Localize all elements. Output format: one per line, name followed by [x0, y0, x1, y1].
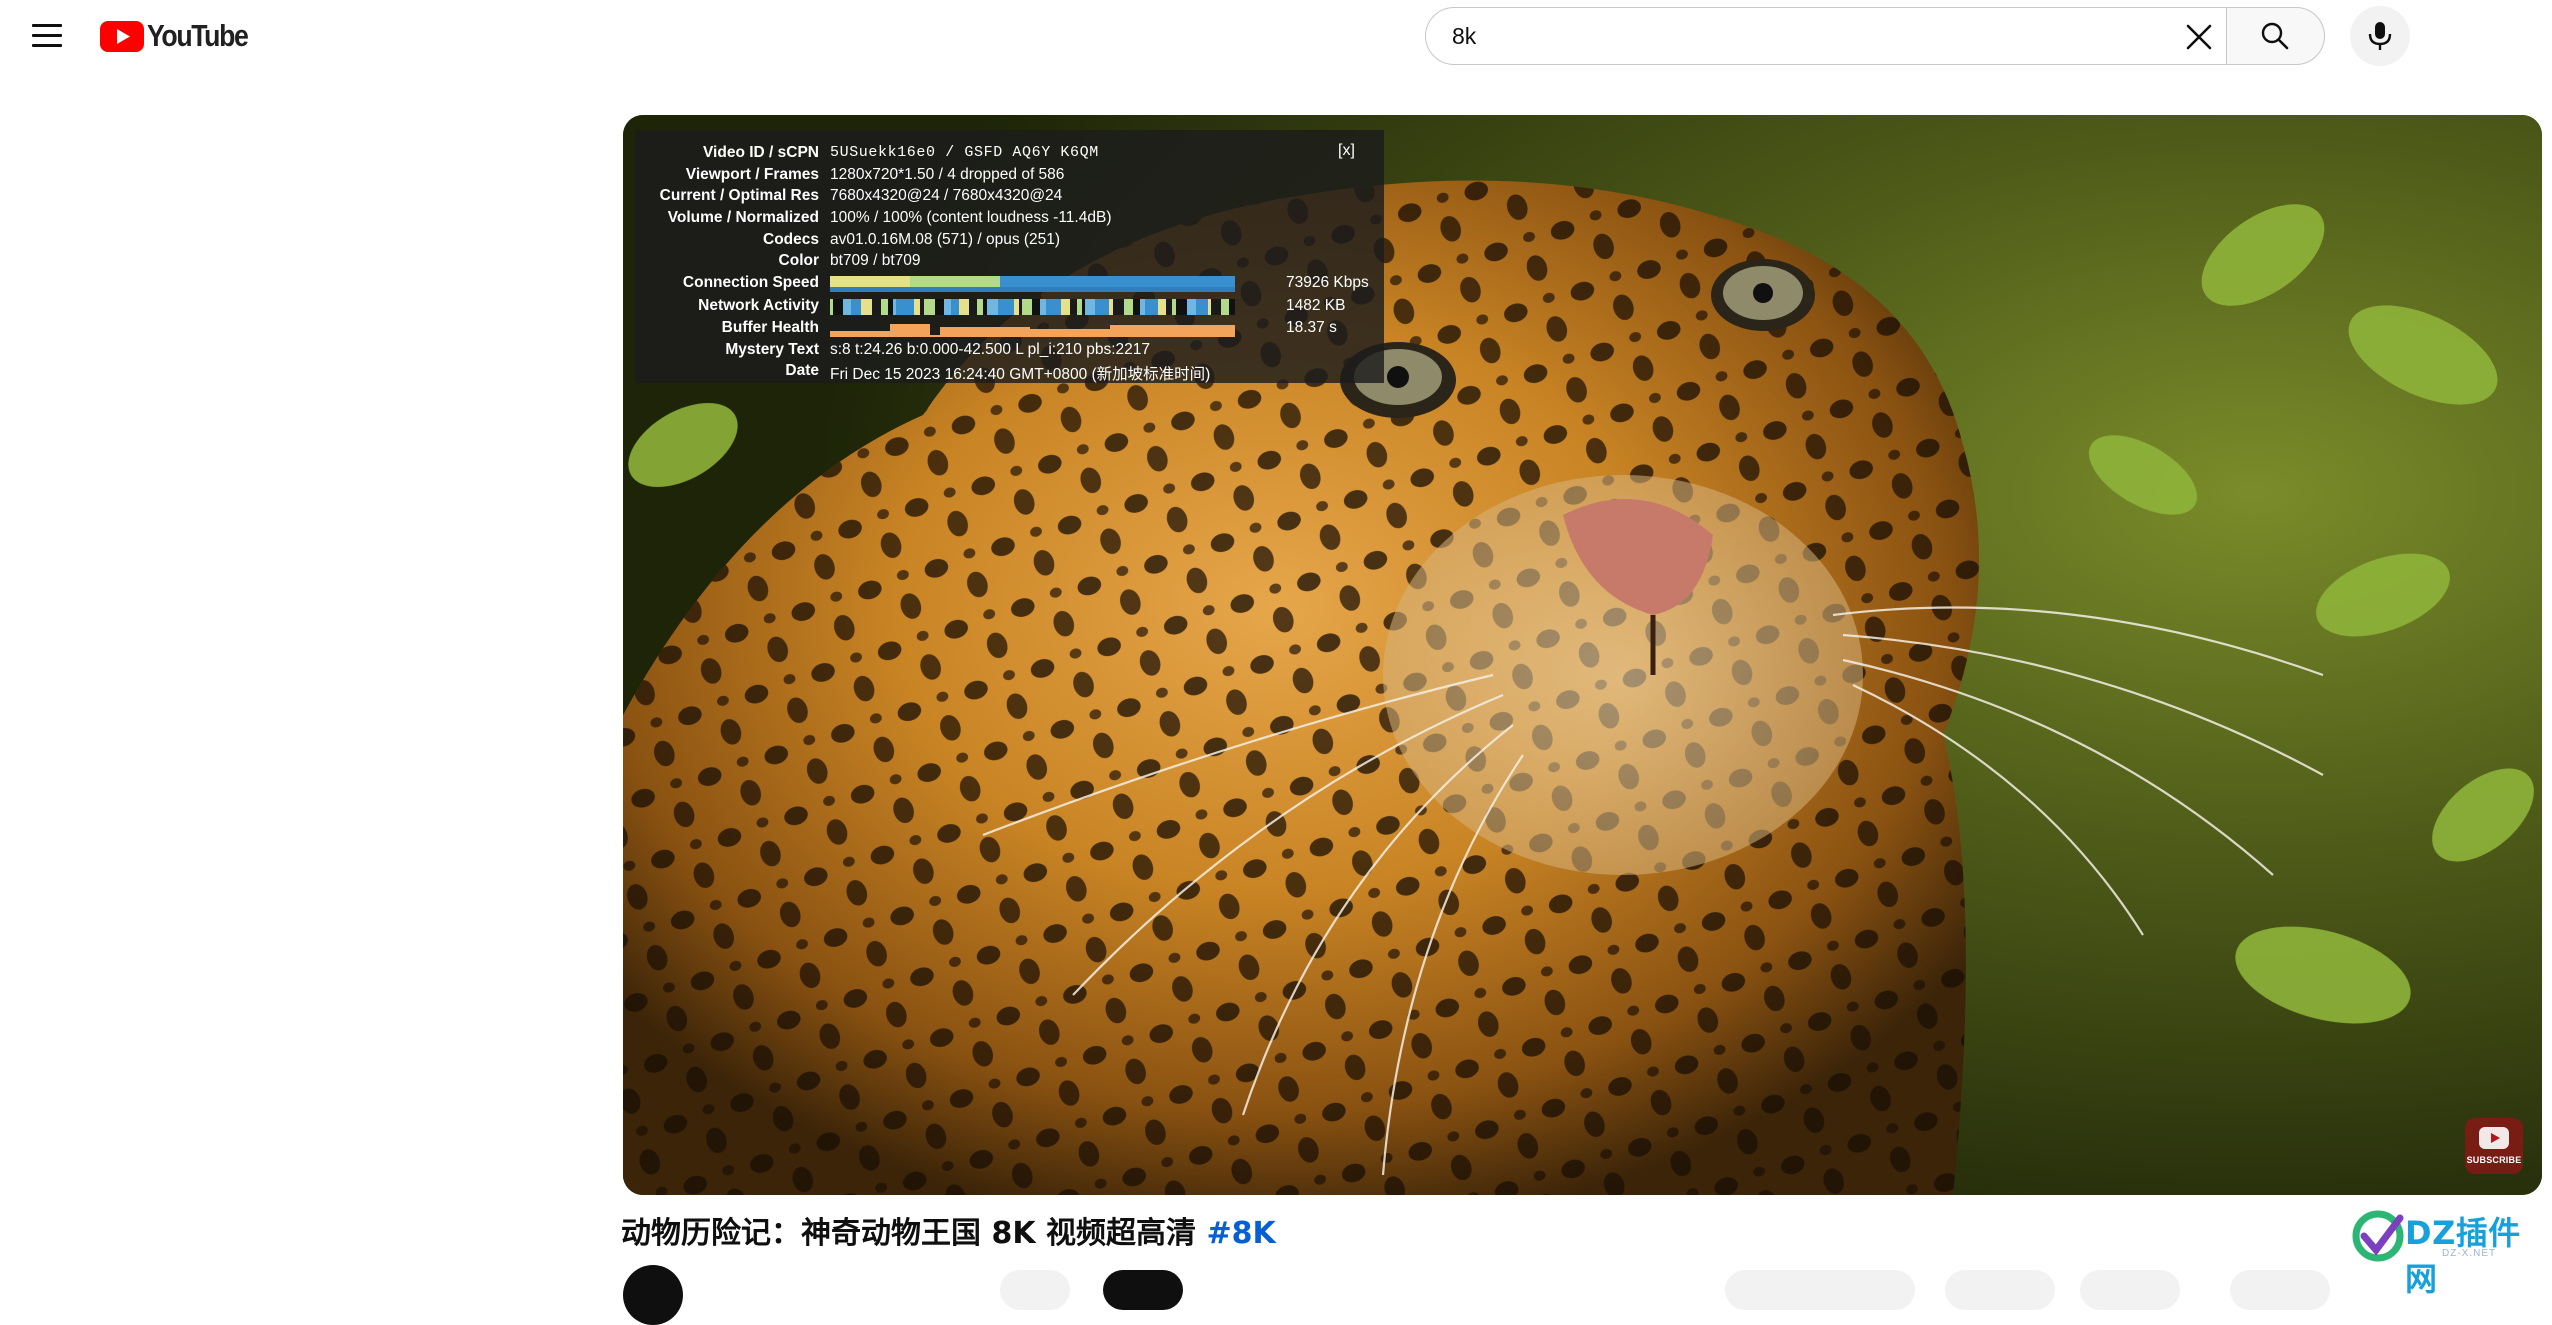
stats-row-color: Color bt709 / bt709: [778, 252, 921, 269]
stats-row-viewport: Viewport / Frames 1280x720*1.50 / 4 drop…: [685, 166, 1065, 183]
video-title: 动物历险记：神奇动物王国 8K 视频超高清 #8K: [621, 1216, 1276, 1251]
checkmark-logo-icon: [2352, 1210, 2404, 1262]
stats-row-date: Date Fri Dec 15 2023 16:24:40 GMT+0800 (…: [785, 362, 1211, 383]
youtube-logo[interactable]: YouTube: [100, 17, 264, 55]
logo-text: YouTube: [147, 18, 249, 53]
action-button[interactable]: [1945, 1270, 2055, 1310]
site-watermark: DZ插件网 DZ-X.NET: [2350, 1200, 2550, 1298]
connection-speed-graph: [830, 276, 1235, 292]
mic-icon: [2368, 22, 2392, 50]
subscribe-button[interactable]: [1103, 1270, 1183, 1310]
search-input[interactable]: [1452, 18, 2142, 54]
search-icon: [2261, 22, 2289, 50]
action-button[interactable]: [2230, 1270, 2330, 1310]
stats-row-volume: Volume / Normalized 100% / 100% (content…: [667, 209, 1112, 226]
stats-row-video-id: Video ID / sCPN 5USuekk16e0 / GSFD AQ6Y …: [703, 144, 1099, 161]
stats-row-buffer-health: Buffer Health 18.37 s: [721, 319, 1337, 337]
subscribe-watermark-button[interactable]: SUBSCRIBE: [2465, 1118, 2523, 1174]
network-activity-graph: [830, 299, 1235, 315]
search-bar: [1425, 7, 2325, 65]
masthead: YouTube: [0, 0, 2552, 74]
action-button[interactable]: [1000, 1270, 1070, 1310]
buffer-health-graph: [830, 324, 1235, 337]
stats-row-mystery-text: Mystery Text s:8 t:24.26 b:0.000-42.500 …: [725, 341, 1151, 358]
stats-row-connection-speed: Connection Speed 73926 Kbps: [682, 274, 1369, 292]
search-button[interactable]: [2226, 7, 2325, 65]
stats-row-resolution: Current / Optimal Res 7680x4320@24 / 768…: [659, 187, 1063, 204]
clear-icon[interactable]: [2182, 20, 2216, 54]
action-button[interactable]: [2080, 1270, 2180, 1310]
video-player[interactable]: [x] Video ID / sCPN 5USuekk16e0 / GSFD A…: [623, 115, 2542, 1195]
channel-avatar[interactable]: [623, 1265, 683, 1325]
action-button[interactable]: [1725, 1270, 1915, 1310]
menu-icon[interactable]: [22, 14, 72, 58]
search-box: [1425, 7, 2226, 65]
stats-for-nerds-panel: [x] Video ID / sCPN 5USuekk16e0 / GSFD A…: [635, 130, 1384, 383]
stats-row-network-activity: Network Activity 1482 KB: [698, 297, 1346, 315]
voice-search-button[interactable]: [2350, 6, 2410, 66]
stats-row-codecs: Codecs av01.0.16M.08 (571) / opus (251): [763, 231, 1061, 248]
youtube-logo-icon: [100, 20, 144, 52]
hashtag-link[interactable]: #8K: [1206, 1216, 1275, 1251]
youtube-play-icon: [2479, 1127, 2509, 1149]
